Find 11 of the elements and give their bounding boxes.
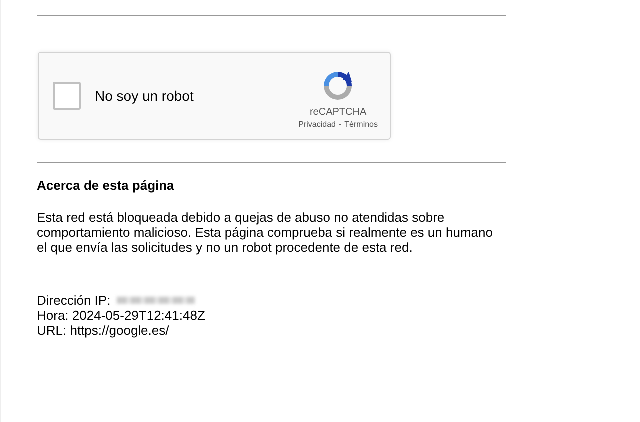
- terms-link[interactable]: Términos: [344, 120, 378, 129]
- privacy-link[interactable]: Privacidad: [298, 120, 336, 129]
- paragraph: Esta red está bloqueada debido a quejas de abuso no atendidas sobre comportamiento malicioso. Esta página comprueba si realmente es un humano el que envía las solicitudes y no un robot procedente de esta red.: [37, 210, 494, 255]
- detail-text: Hora: 2024-05-29T12:41:48Z: [37, 308, 206, 323]
- checkbox[interactable]: [53, 82, 81, 110]
- separator: -: [338, 120, 342, 129]
- detail-text: Dirección IP:: [37, 293, 111, 308]
- brand-label: reCAPTCHA: [310, 107, 367, 118]
- section-heading: Acerca de esta página: [37, 178, 176, 193]
- detail-text: URL: https://google.es/: [37, 323, 170, 338]
- checkbox-label: No soy un robot: [95, 88, 194, 104]
